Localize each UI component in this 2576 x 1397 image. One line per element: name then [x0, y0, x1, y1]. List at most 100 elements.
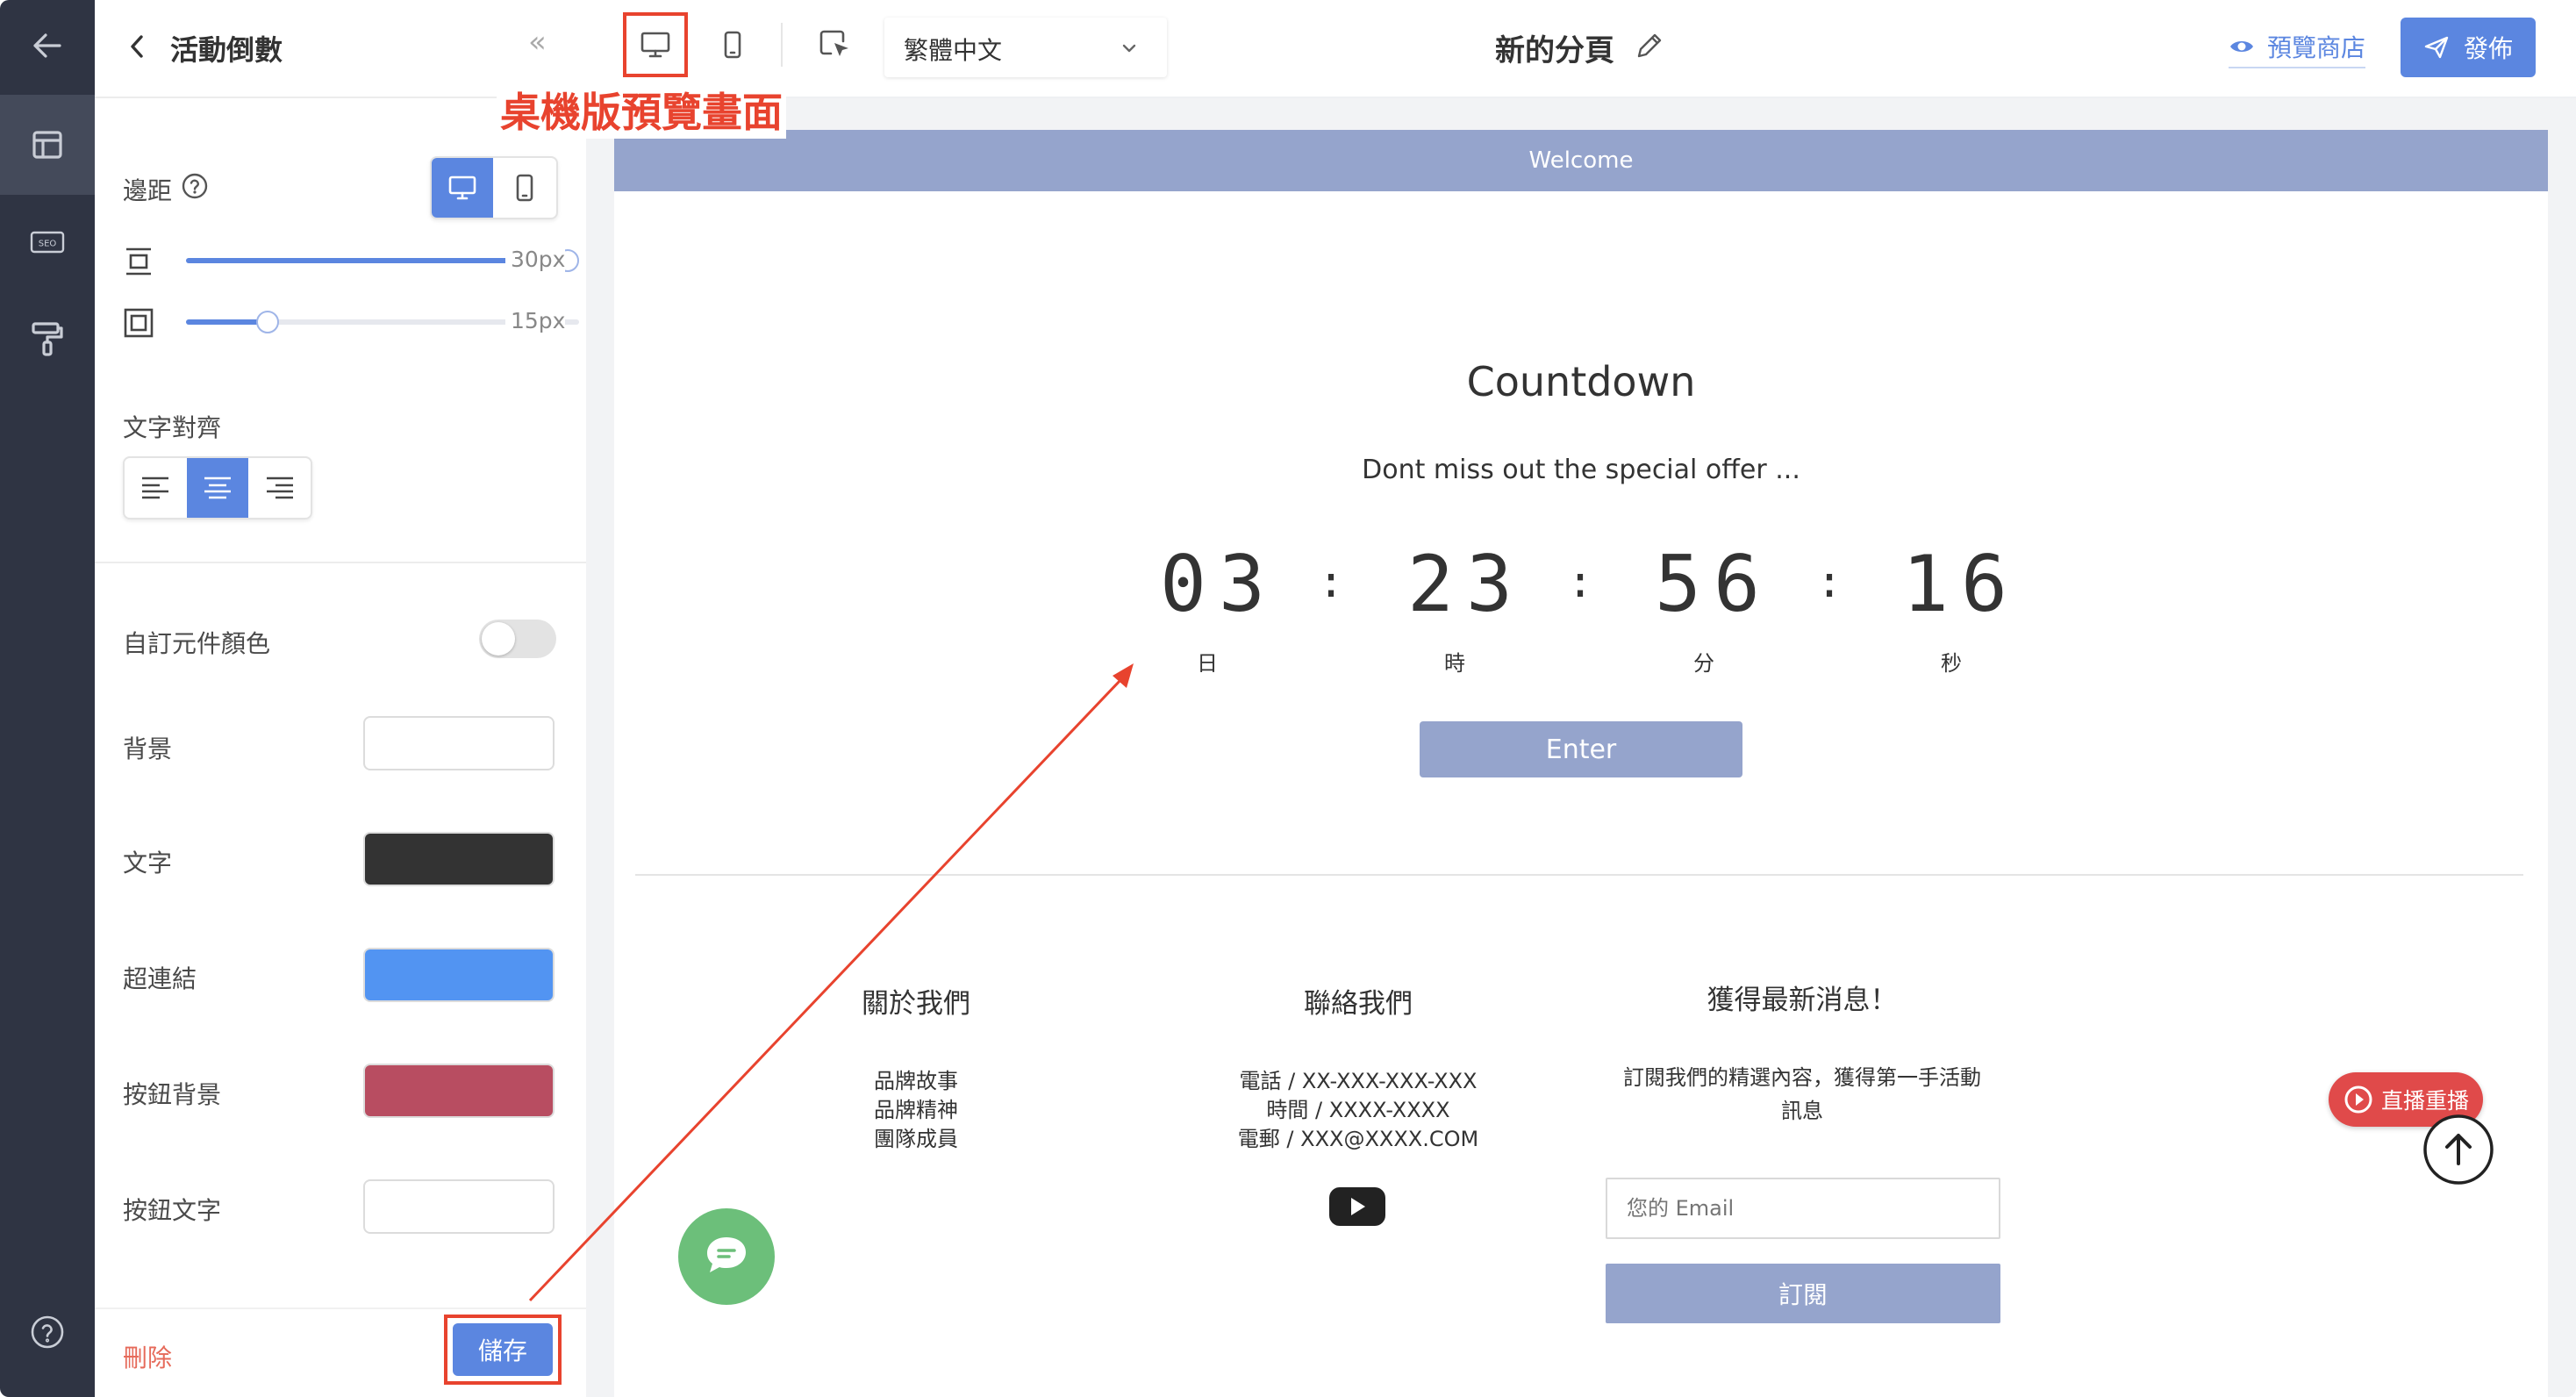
save-button[interactable]: 儲存 [453, 1323, 553, 1376]
countdown-unit-days: 日 [1197, 651, 1218, 676]
preview-store-link[interactable]: 預覽商店 [2229, 26, 2366, 68]
layout-icon [32, 131, 62, 159]
toggle-knob [482, 622, 515, 656]
countdown-days: 03 [1160, 539, 1277, 629]
chat-button[interactable] [677, 1207, 776, 1306]
countdown-separator: : [1816, 556, 1843, 607]
arrow-left-icon [33, 33, 61, 58]
play-circle-icon [2344, 1085, 2372, 1114]
footer-news-desc: 訂閱我們的精選內容，獲得第一手活動 [1623, 1065, 1981, 1090]
outer-padding-value: 15px [505, 308, 566, 333]
page: SEO 活動倒數 « 邊距 30px 15px 文字對齊 自訂元件顏色 背景 文… [0, 0, 2576, 1397]
color-label-link: 超連結 [123, 964, 197, 993]
subscribe-button[interactable]: 訂閱 [1606, 1264, 2000, 1323]
align-center-button[interactable] [186, 458, 249, 518]
welcome-banner: Welcome [614, 130, 2548, 191]
cursor-select-icon [819, 30, 848, 56]
color-label-background: 背景 [123, 734, 173, 763]
footer-news-desc: 訊息 [1781, 1099, 1823, 1123]
page-title: 新的分頁 [1495, 33, 1614, 68]
countdown-seconds: 16 [1902, 539, 2020, 629]
color-label-text: 文字 [123, 849, 173, 878]
footer-about-link[interactable]: 品牌精神 [784, 1096, 1048, 1125]
countdown-separator: : [1318, 556, 1345, 607]
mobile-icon [724, 31, 741, 59]
rail-item-seo[interactable]: SEO [0, 198, 95, 286]
align-center-icon [204, 476, 231, 499]
footer-divider [635, 874, 2523, 876]
collapse-panel-button[interactable]: « [528, 25, 547, 60]
language-select[interactable]: 繁體中文 [884, 18, 1167, 77]
custom-color-toggle[interactable] [479, 620, 556, 658]
align-right-button[interactable] [248, 458, 311, 518]
desktop-preview-annotation: 桌機版預覽畫面 [497, 81, 786, 139]
send-icon [2424, 36, 2449, 59]
align-right-icon [266, 476, 293, 499]
outer-padding-slider-handle[interactable] [256, 311, 279, 333]
footer-contact-email: 電郵 / XXX@XXXX.COM [1237, 1127, 1479, 1151]
footer-news-title: 獲得最新消息！ [1707, 985, 1898, 1016]
preview-store-label: 預覽商店 [2267, 33, 2366, 62]
footer-contact-phone: 電話 / XX-XXX-XXX-XXX [1239, 1069, 1478, 1093]
panel-title: 活動倒數 [170, 33, 283, 67]
desktop-icon [640, 32, 670, 58]
background-color-swatch[interactable] [363, 716, 555, 770]
footer-about-link[interactable]: 品牌故事 [784, 1067, 1048, 1096]
paint-roller-icon [32, 322, 63, 356]
footer-about-title: 關於我們 [862, 988, 970, 1020]
help-circle-icon [31, 1315, 64, 1349]
text-color-swatch[interactable] [363, 832, 555, 886]
chevron-down-icon [1122, 44, 1136, 53]
back-button[interactable] [0, 2, 95, 90]
button-bg-color-swatch[interactable] [363, 1064, 555, 1118]
publish-label: 發佈 [2463, 34, 2513, 63]
youtube-icon[interactable] [1328, 1186, 1386, 1227]
rail-item-theme[interactable] [0, 295, 95, 383]
desktop-toggle[interactable] [432, 158, 494, 218]
desktop-preview-button[interactable] [632, 21, 679, 68]
sidebar-rail: SEO [0, 0, 95, 1397]
padding-vertical-icon [126, 247, 151, 276]
edit-pencil-icon[interactable] [1634, 30, 1665, 61]
delete-button[interactable]: 刪除 [123, 1339, 172, 1374]
chevron-left-icon[interactable] [126, 32, 147, 61]
countdown-unit-minutes: 分 [1693, 651, 1714, 676]
countdown-heading: Countdown [1466, 358, 1696, 405]
spacing-device-toggle [430, 156, 558, 219]
align-left-button[interactable] [125, 458, 187, 518]
live-replay-label: 直播重播 [2380, 1088, 2469, 1114]
footer-about-link[interactable]: 團隊成員 [784, 1125, 1048, 1154]
eye-icon [2230, 41, 2253, 52]
padding-all-icon [124, 308, 154, 338]
footer-contact-title: 聯絡我們 [1304, 988, 1413, 1020]
select-element-button[interactable] [811, 21, 858, 68]
text-align-label: 文字對齊 [123, 413, 222, 442]
enter-button[interactable]: Enter [1420, 721, 1742, 777]
align-left-icon [142, 476, 169, 499]
custom-color-label: 自訂元件顏色 [123, 629, 271, 658]
color-label-button-bg: 按鈕背景 [123, 1080, 222, 1109]
countdown-hours: 23 [1407, 539, 1525, 629]
countdown-unit-seconds: 秒 [1941, 651, 1962, 676]
help-button[interactable] [0, 1288, 95, 1376]
question-circle-icon[interactable] [181, 172, 209, 200]
rail-item-layout[interactable] [0, 101, 95, 189]
scroll-top-button[interactable] [2422, 1113, 2495, 1186]
footer-contact-hours: 時間 / XXXX-XXXX [1266, 1098, 1450, 1122]
link-color-swatch[interactable] [363, 948, 555, 1002]
language-select-value: 繁體中文 [904, 36, 1003, 65]
countdown-separator: : [1567, 556, 1594, 607]
publish-button[interactable]: 發佈 [2401, 18, 2536, 77]
mobile-toggle[interactable] [493, 158, 556, 218]
desktop-icon [448, 176, 476, 200]
toolbar-divider [781, 23, 783, 67]
vertical-padding-value: 30px [505, 247, 566, 272]
countdown-minutes: 56 [1655, 539, 1772, 629]
spacing-label: 邊距 [123, 176, 173, 205]
color-label-button-text: 按鈕文字 [123, 1196, 222, 1225]
svg-text:SEO: SEO [39, 240, 57, 249]
countdown-unit-hours: 時 [1444, 651, 1465, 676]
mobile-preview-button[interactable] [709, 21, 756, 68]
email-input[interactable] [1606, 1178, 2000, 1239]
button-text-color-swatch[interactable] [363, 1179, 555, 1234]
